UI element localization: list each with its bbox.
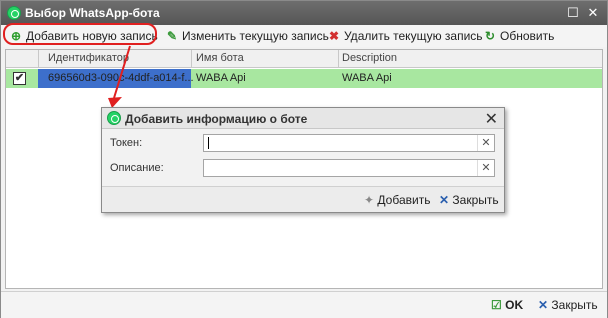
dialog-title: Добавить информацию о боте [125,112,308,126]
dialog-close-button[interactable]: ✕ Закрыть [439,193,499,207]
token-label: Токен: [110,137,143,149]
description-input[interactable]: ✕ [203,159,495,177]
whatsapp-icon [107,111,121,125]
dialog-footer: ✦ Добавить ✕ Закрыть [102,186,504,212]
description-label: Описание: [110,162,164,174]
dialog-close-icon[interactable]: ✕ [485,109,498,129]
clear-token-icon[interactable]: ✕ [477,135,494,151]
token-input[interactable]: ✕ [203,134,495,152]
add-bot-dialog: Добавить информацию о боте ✕ Токен: ✕ Оп… [101,107,505,213]
dialog-close-label: Закрыть [452,193,499,207]
dialog-add-label: Добавить [377,193,431,207]
add-doc-icon: ✦ [364,193,375,207]
close-x-icon: ✕ [439,193,450,207]
text-caret [208,137,209,149]
dialog-title-bar: Добавить информацию о боте ✕ [102,108,504,129]
clear-description-icon[interactable]: ✕ [477,160,494,176]
dialog-add-button[interactable]: ✦ Добавить [364,193,430,207]
